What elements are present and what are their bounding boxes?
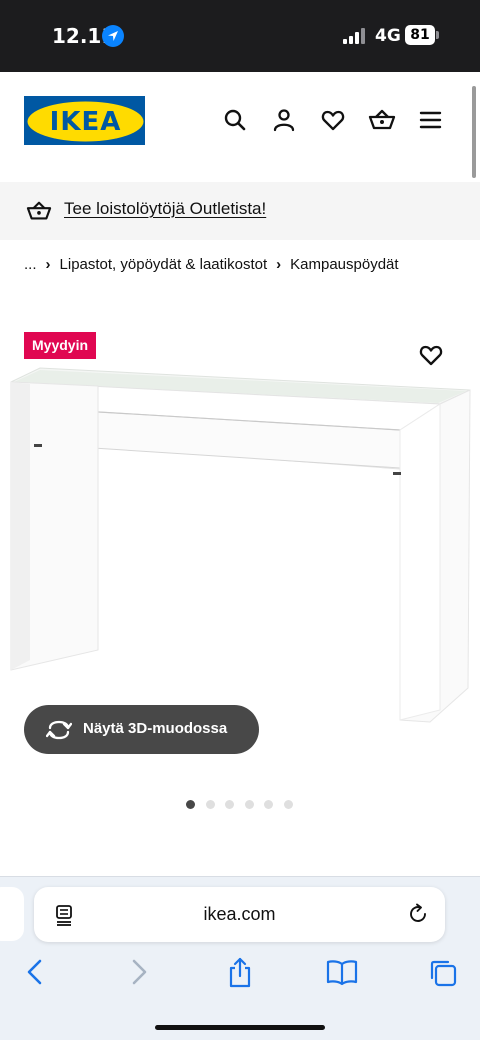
logo-text: IKEA bbox=[49, 107, 122, 137]
gallery-dot-4[interactable] bbox=[245, 800, 254, 809]
ikea-logo[interactable]: IKEA bbox=[24, 96, 145, 145]
gallery-dot-1[interactable] bbox=[186, 800, 195, 809]
product-image[interactable] bbox=[0, 360, 480, 740]
back-icon[interactable] bbox=[24, 957, 46, 992]
bookmarks-icon[interactable] bbox=[325, 957, 359, 992]
shopping-basket-icon[interactable] bbox=[368, 107, 396, 133]
address-bar[interactable]: ikea.com bbox=[34, 887, 445, 942]
bestseller-badge: Myydyin bbox=[24, 332, 97, 359]
gallery-dot-2[interactable] bbox=[206, 800, 215, 809]
shopping-basket-icon bbox=[26, 199, 52, 228]
share-icon[interactable] bbox=[226, 957, 254, 994]
breadcrumb-item-dressers[interactable]: Lipastot, yöpöydät & laatikostot bbox=[60, 256, 268, 273]
dressing-table-illustration bbox=[10, 367, 471, 723]
view-3d-button[interactable]: Näytä 3D-muodossa bbox=[24, 705, 259, 754]
user-icon[interactable] bbox=[271, 107, 297, 133]
forward-icon[interactable] bbox=[128, 957, 150, 992]
network-type: 4G bbox=[375, 26, 401, 46]
chevron-right-icon: › bbox=[276, 256, 282, 273]
gallery-dot-5[interactable] bbox=[264, 800, 273, 809]
gallery-dot-6[interactable] bbox=[284, 800, 293, 809]
reload-icon[interactable] bbox=[407, 903, 429, 930]
view-3d-label: Näytä 3D-muodossa bbox=[83, 720, 228, 737]
breadcrumb-item-dressing-tables[interactable]: Kampauspöydät bbox=[290, 256, 398, 273]
battery-tip bbox=[436, 31, 439, 39]
url-text[interactable]: ikea.com bbox=[34, 904, 445, 925]
page-scrollbar[interactable] bbox=[472, 86, 476, 178]
search-icon[interactable] bbox=[222, 107, 248, 133]
heart-icon[interactable] bbox=[320, 107, 346, 133]
menu-icon[interactable] bbox=[418, 107, 444, 133]
outlet-banner[interactable]: Tee loistolöytöjä Outletista! bbox=[0, 182, 480, 240]
site-header: IKEA bbox=[0, 72, 480, 182]
breadcrumb: ... › Lipastot, yöpöydät & laatikostot › Kam… bbox=[24, 256, 399, 273]
status-bar: 12.11 4G 81 bbox=[0, 0, 480, 72]
cellular-signal-icon bbox=[343, 28, 369, 44]
breadcrumb-item-ellipsis[interactable]: ... bbox=[24, 256, 37, 273]
gallery-dot-3[interactable] bbox=[225, 800, 234, 809]
location-arrow-icon bbox=[102, 25, 124, 47]
rotate-3d-icon bbox=[46, 720, 72, 740]
home-indicator[interactable] bbox=[155, 1025, 325, 1030]
outlet-link[interactable]: Tee loistolöytöjä Outletista! bbox=[64, 199, 266, 219]
previous-tab-preview[interactable] bbox=[0, 887, 24, 941]
chevron-right-icon: › bbox=[45, 256, 51, 273]
tabs-icon[interactable] bbox=[427, 957, 459, 994]
battery-icon: 81 bbox=[405, 25, 435, 45]
browser-toolbar: ikea.com bbox=[0, 876, 480, 1040]
